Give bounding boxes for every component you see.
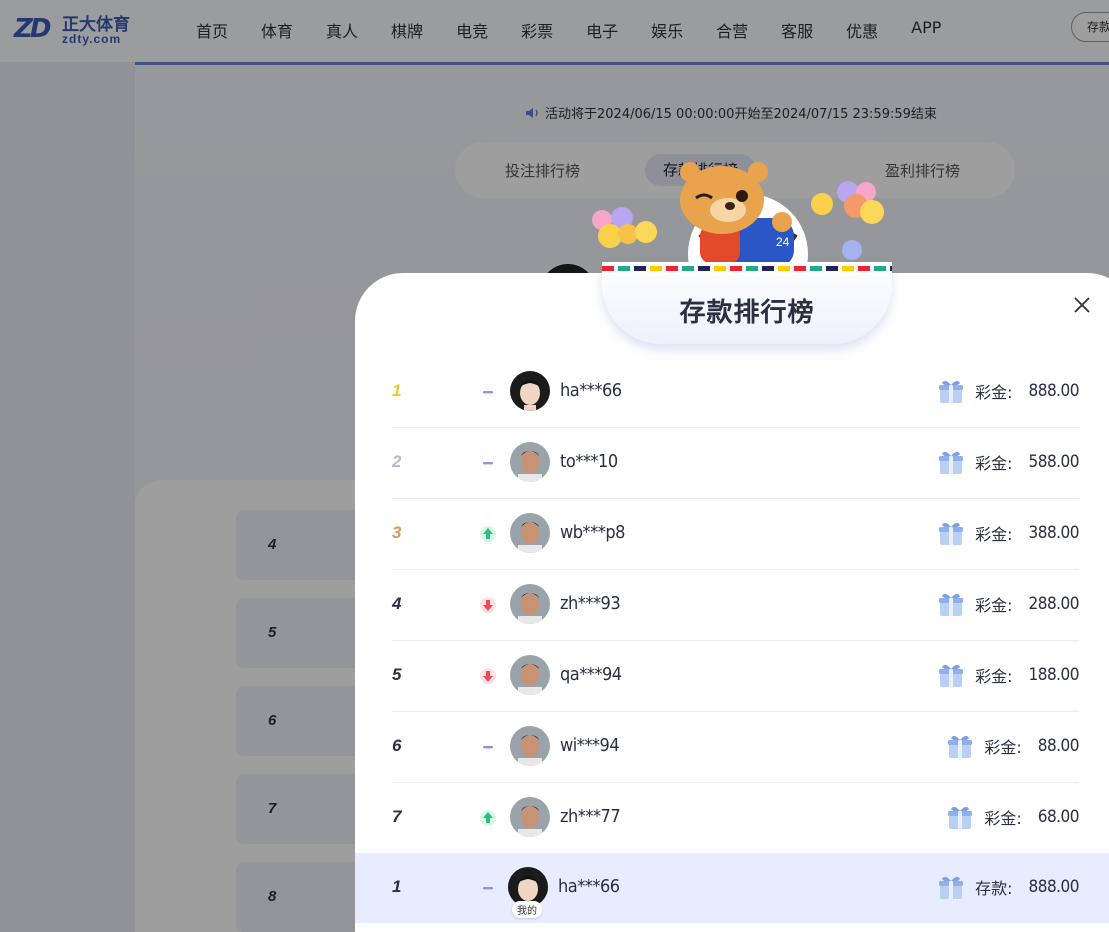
amount-value: 588.00	[1028, 452, 1080, 472]
my-ranking-row: 1 我的 ha***66 存款: 888.00	[355, 853, 1109, 923]
title-stripe	[602, 266, 892, 271]
avatar	[510, 442, 550, 482]
trend-down-icon	[480, 597, 496, 613]
ranking-row: 2 to***10 彩金: 588.00	[392, 428, 1079, 499]
trend-flat-icon	[483, 887, 493, 890]
trend-down-icon	[480, 668, 496, 684]
gift-icon	[939, 876, 964, 899]
gift-icon	[948, 806, 973, 829]
bear-mascot-icon: 24	[592, 162, 884, 270]
gift-icon	[948, 735, 973, 758]
username: to***10	[560, 451, 618, 472]
username: wi***94	[560, 735, 620, 756]
reward: 彩金: 288.00	[937, 590, 1079, 618]
avatar	[510, 371, 550, 411]
avatar	[510, 584, 550, 624]
amount-label: 彩金:	[975, 596, 1013, 615]
rank-number: 2	[392, 452, 402, 471]
amount-value: 388.00	[1028, 523, 1080, 543]
gift-icon	[939, 522, 964, 545]
amount-label: 彩金:	[975, 383, 1013, 402]
amount-label: 彩金:	[975, 667, 1013, 686]
amount-value: 88.00	[1037, 736, 1080, 756]
amount-value: 68.00	[1037, 807, 1080, 827]
avatar	[510, 726, 550, 766]
amount-label: 存款:	[975, 879, 1013, 898]
trend-up-icon	[480, 526, 496, 542]
trend-flat-icon	[483, 746, 493, 749]
gift-icon	[939, 451, 964, 474]
gift-icon	[939, 664, 964, 687]
my-tag: 我的	[512, 901, 542, 918]
username: ha***66	[558, 876, 620, 897]
avatar	[510, 797, 550, 837]
gift-icon	[939, 593, 964, 616]
avatar	[510, 655, 550, 695]
trend-flat-icon	[483, 391, 493, 394]
trend-up-icon	[480, 810, 496, 826]
rank-number: 6	[392, 736, 402, 755]
amount-value: 888.00	[1028, 381, 1080, 401]
reward: 彩金: 68.00	[946, 803, 1080, 831]
ranking-row: 3 wb***p8 彩金: 388.00	[392, 499, 1079, 570]
ranking-row: 5 qa***94 彩金: 188.00	[392, 641, 1079, 712]
reward: 彩金: 388.00	[937, 519, 1079, 547]
reward: 彩金: 188.00	[937, 661, 1079, 689]
rank-number: 1	[392, 381, 402, 400]
rank-number: 4	[392, 594, 402, 613]
rank-number: 3	[392, 523, 402, 542]
rank-number: 7	[392, 807, 402, 826]
username: ha***66	[560, 380, 622, 401]
amount-label: 彩金:	[975, 525, 1013, 544]
trend-flat-icon	[483, 462, 493, 465]
modal-title: 存款排行榜	[679, 298, 815, 328]
gift-icon	[939, 380, 964, 403]
close-icon[interactable]	[1070, 293, 1094, 317]
reward: 彩金: 88.00	[946, 732, 1080, 760]
svg-text:24: 24	[776, 235, 790, 249]
amount-value: 888.00	[1028, 877, 1080, 897]
rank-number: 5	[392, 665, 402, 684]
username: wb***p8	[560, 522, 625, 543]
username: zh***77	[560, 806, 621, 827]
rank-number: 1	[392, 877, 402, 896]
avatar	[510, 513, 550, 553]
amount-label: 彩金:	[984, 809, 1022, 828]
reward: 彩金: 888.00	[937, 377, 1079, 405]
username: qa***94	[560, 664, 622, 685]
amount-label: 彩金:	[984, 738, 1022, 757]
amount-value: 188.00	[1028, 665, 1080, 685]
ranking-row: 6 wi***94 彩金: 88.00	[392, 712, 1080, 783]
username: zh***93	[560, 593, 621, 614]
reward: 彩金: 588.00	[937, 448, 1079, 476]
amount-value: 288.00	[1028, 594, 1080, 614]
amount-label: 彩金:	[975, 454, 1013, 473]
reward: 存款: 888.00	[937, 873, 1079, 901]
ranking-row: 4 zh***93 彩金: 288.00	[392, 570, 1079, 641]
ranking-row: 7 zh***77 彩金: 68.00	[392, 783, 1080, 854]
ranking-row: 1 ha***66 彩金: 888.00	[392, 357, 1079, 428]
